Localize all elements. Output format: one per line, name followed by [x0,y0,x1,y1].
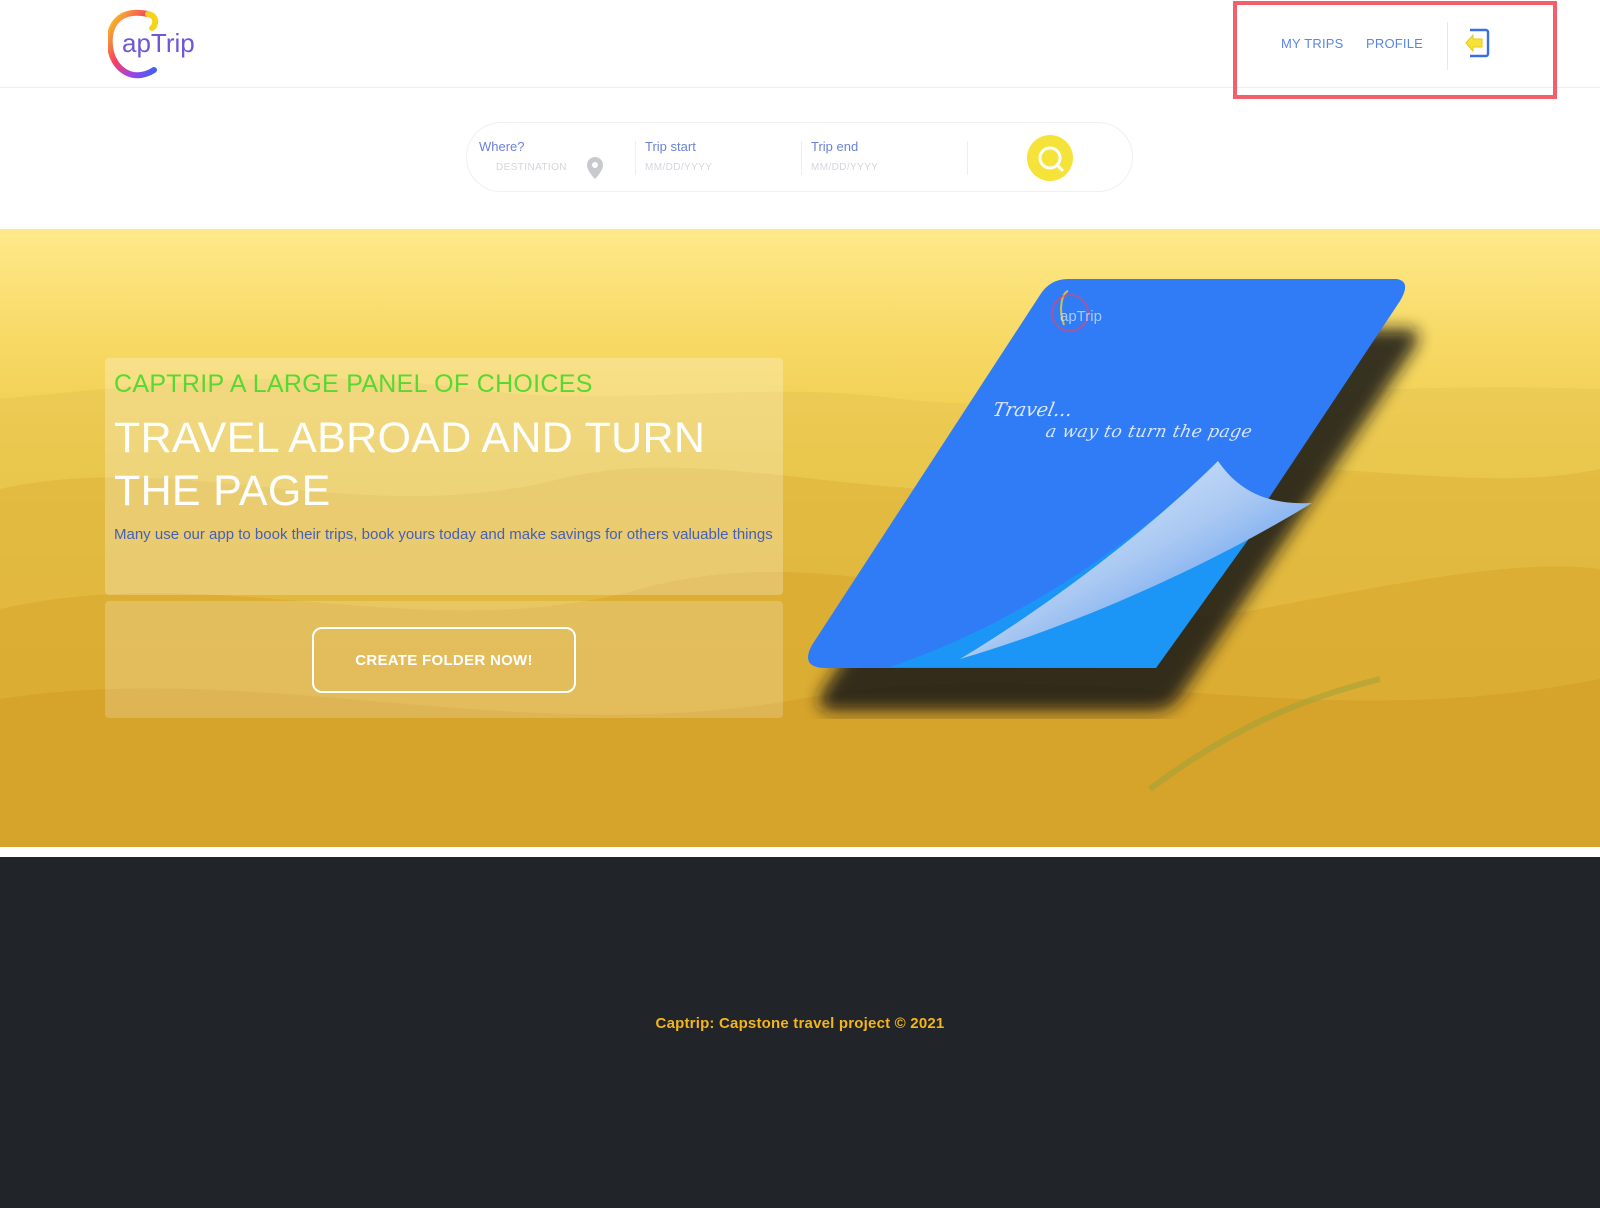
trip-start-input[interactable] [645,162,755,173]
logout-arrow-icon[interactable] [1462,26,1492,60]
logo-text: apTrip [122,28,195,58]
hero-description: Many use our app to book their trips, bo… [114,526,773,543]
field-divider [635,141,636,175]
footer-copyright: Captrip: Capstone travel project © 2021 [655,1015,945,1032]
where-field: Where? [479,139,576,179]
page-footer: Captrip: Capstone travel project © 2021 [0,857,1600,1208]
where-label: Where? [479,139,525,154]
turn-page-book-illustration [808,279,1419,711]
hero-title: TRAVEL ABROAD AND TURN THE PAGE [114,414,706,515]
nav-divider [1447,22,1448,70]
captrip-logo[interactable]: apTrip [108,6,208,82]
book-slogan-text: a way to turn the page [1043,422,1255,442]
trip-search-bar: Where? Trip start Trip end [466,122,1133,192]
book-travel-text: Travel... [990,399,1075,421]
destination-input[interactable] [496,162,576,173]
hero-banner: CAPTRIP A LARGE PANEL OF CHOICES TRAVEL … [0,229,1600,847]
trip-end-label: Trip end [811,139,859,154]
field-divider [967,141,968,175]
field-divider [801,141,802,175]
nav-profile-link[interactable]: PROFILE [1366,36,1423,51]
create-folder-button[interactable]: CREATE FOLDER NOW! [312,627,576,693]
search-button[interactable] [1027,135,1073,181]
nav-my-trips-link[interactable]: MY TRIPS [1281,36,1344,51]
trip-end-field: Trip end [811,139,921,179]
search-icon [1038,146,1064,172]
top-header: apTrip MY TRIPS PROFILE [0,0,1600,99]
trip-start-field: Trip start [645,139,755,179]
hero-subtitle: CAPTRIP A LARGE PANEL OF CHOICES [114,370,593,398]
trip-start-label: Trip start [645,139,696,154]
book-logo-text: apTrip [1060,308,1102,325]
map-pin-icon [587,157,603,179]
trip-end-input[interactable] [811,162,921,173]
